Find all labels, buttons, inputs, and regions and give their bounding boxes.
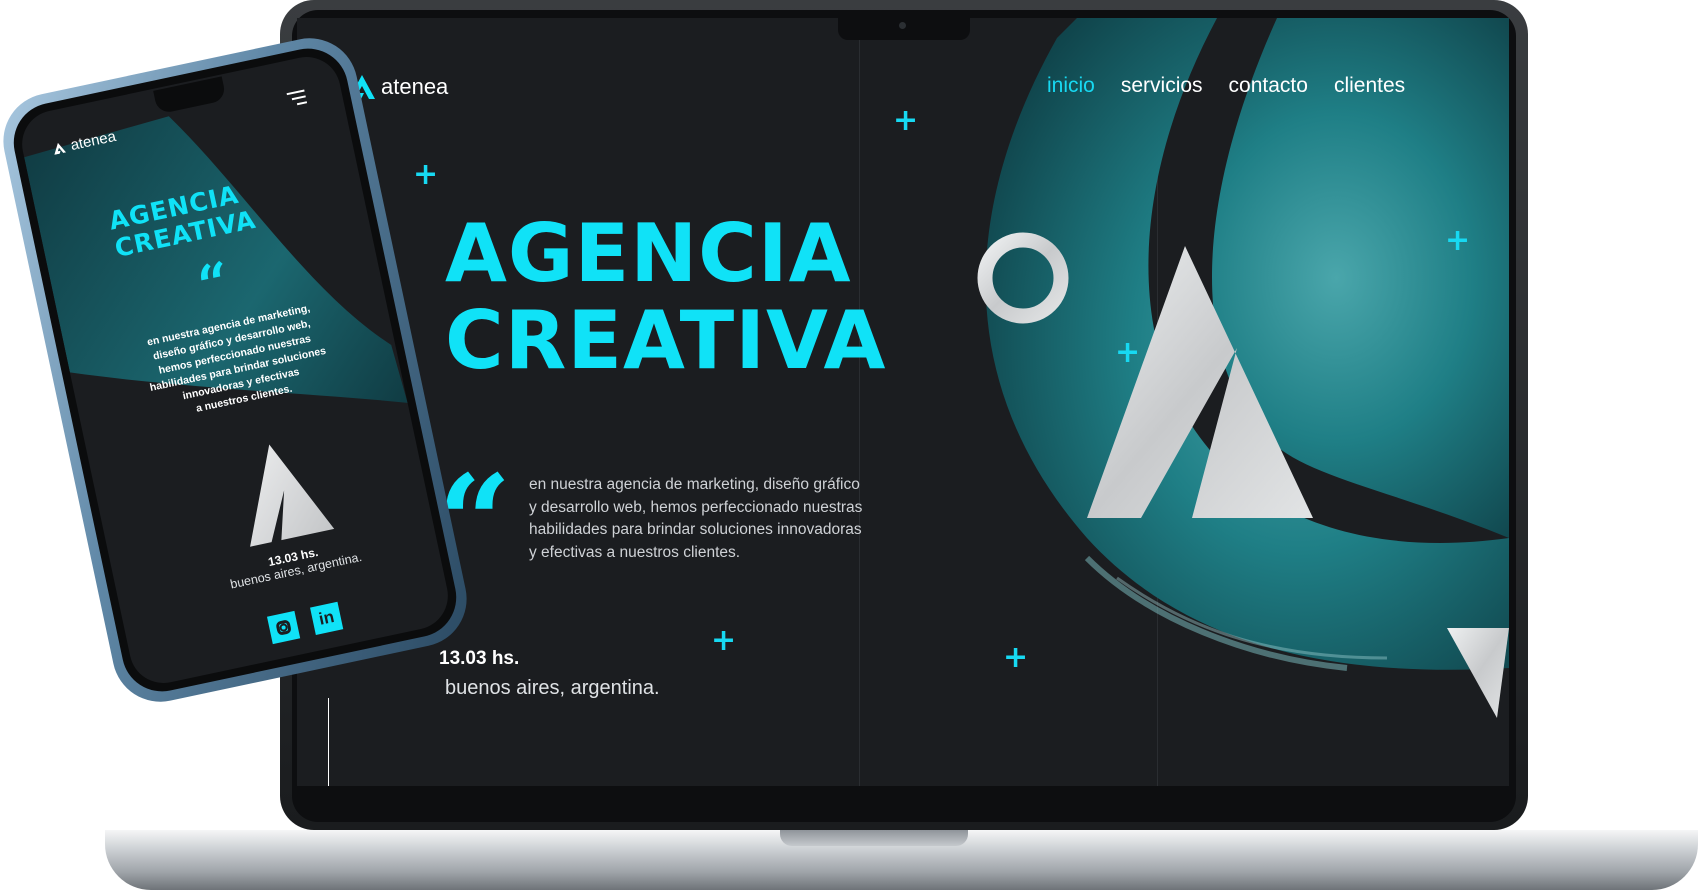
description-line: habilidades para brindar soluciones inno… bbox=[529, 521, 862, 538]
laptop-lip bbox=[780, 830, 968, 846]
local-time: 13.03 hs. bbox=[439, 648, 520, 669]
camera-icon bbox=[899, 22, 906, 29]
camera-notch bbox=[838, 18, 970, 40]
plus-decoration-icon: + bbox=[1115, 335, 1141, 370]
marble-triangle-small bbox=[1447, 628, 1509, 718]
linkedin-icon[interactable]: in bbox=[310, 601, 344, 635]
nav-item-servicios[interactable]: servicios bbox=[1121, 74, 1203, 98]
plus-decoration-icon: + bbox=[1003, 640, 1029, 675]
hero-artwork bbox=[977, 18, 1509, 718]
description-line: y efectivas a nuestros clientes. bbox=[529, 543, 741, 561]
nav-item-clientes[interactable]: clientes bbox=[1334, 74, 1405, 98]
plus-decoration-icon: + bbox=[1445, 223, 1471, 258]
hero-headline-line1: AGENCIA bbox=[445, 207, 852, 300]
location: buenos aires, argentina. bbox=[445, 677, 660, 699]
description-line: en nuestra agencia de marketing, diseño … bbox=[529, 476, 860, 493]
brand-logo[interactable]: atenea bbox=[349, 74, 448, 100]
plus-decoration-icon: + bbox=[413, 157, 439, 192]
mobile-marble-logo bbox=[250, 444, 335, 547]
scroll-indicator bbox=[328, 698, 329, 786]
plus-decoration-icon: + bbox=[711, 623, 737, 658]
atenea-logo-icon bbox=[54, 142, 67, 155]
hero-headline-line2: CREATIVA bbox=[445, 294, 887, 387]
main-nav: inicio servicios contacto clientes bbox=[1047, 74, 1405, 98]
hero-description: en nuestra agencia de marketing, diseño … bbox=[529, 474, 909, 564]
grid-line bbox=[859, 18, 860, 786]
plus-decoration-icon: + bbox=[893, 103, 919, 138]
nav-item-inicio[interactable]: inicio bbox=[1047, 74, 1095, 98]
description-line: y desarrollo web, hemos perfeccionado nu… bbox=[529, 498, 863, 516]
nav-item-contacto[interactable]: contacto bbox=[1229, 74, 1308, 98]
laptop-screen: atenea inicio servicios contacto cliente… bbox=[297, 18, 1509, 786]
brand-name: atenea bbox=[381, 74, 449, 99]
instagram-icon[interactable] bbox=[266, 610, 301, 645]
